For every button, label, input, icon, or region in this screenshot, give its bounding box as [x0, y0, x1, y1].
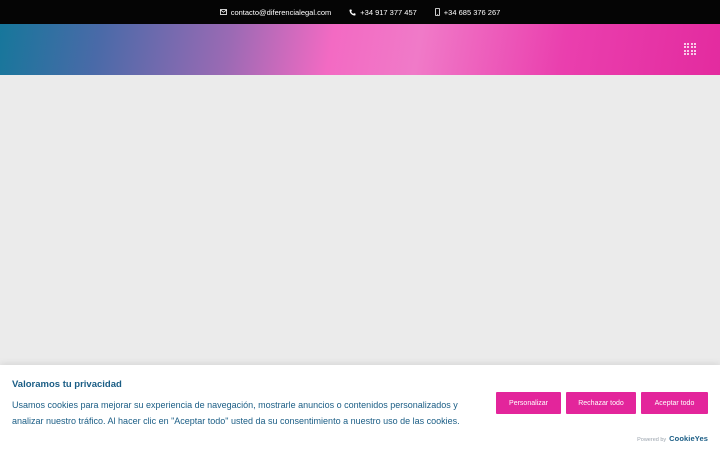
powered-by-label: Powered by	[637, 437, 667, 443]
site-header	[0, 24, 720, 75]
email-text: contacto@diferencialegal.com	[230, 7, 332, 17]
email-link[interactable]: contacto@diferencialegal.com	[219, 7, 332, 17]
grid-menu-icon[interactable]	[684, 43, 696, 55]
reject-all-button[interactable]: Rechazar todo	[566, 392, 636, 414]
page: contacto@diferencialegal.com +34 917 377…	[0, 0, 720, 450]
phone-icon	[349, 9, 356, 15]
cookieyes-logo-link[interactable]: CookieYes	[669, 434, 708, 443]
phone-link[interactable]: +34 917 377 457	[349, 8, 417, 17]
cookie-description: Usamos cookies para mejorar su experienc…	[12, 400, 460, 426]
mobile-link[interactable]: +34 685 376 267	[434, 7, 501, 17]
main-content-area	[0, 75, 720, 365]
top-contact-bar: contacto@diferencialegal.com +34 917 377…	[0, 0, 720, 24]
powered-by: Powered by CookieYes	[637, 434, 708, 443]
mobile-icon	[434, 8, 440, 16]
mobile-text: +34 685 376 267	[443, 7, 501, 17]
accept-all-button[interactable]: Aceptar todo	[641, 392, 708, 414]
cookie-banner: Valoramos tu privacidad Usamos cookies p…	[0, 365, 720, 450]
phone-text: +34 917 377 457	[360, 7, 417, 17]
envelope-icon	[219, 9, 227, 15]
customize-button[interactable]: Personalizar	[496, 392, 561, 414]
cookie-title: Valoramos tu privacidad	[12, 379, 122, 390]
